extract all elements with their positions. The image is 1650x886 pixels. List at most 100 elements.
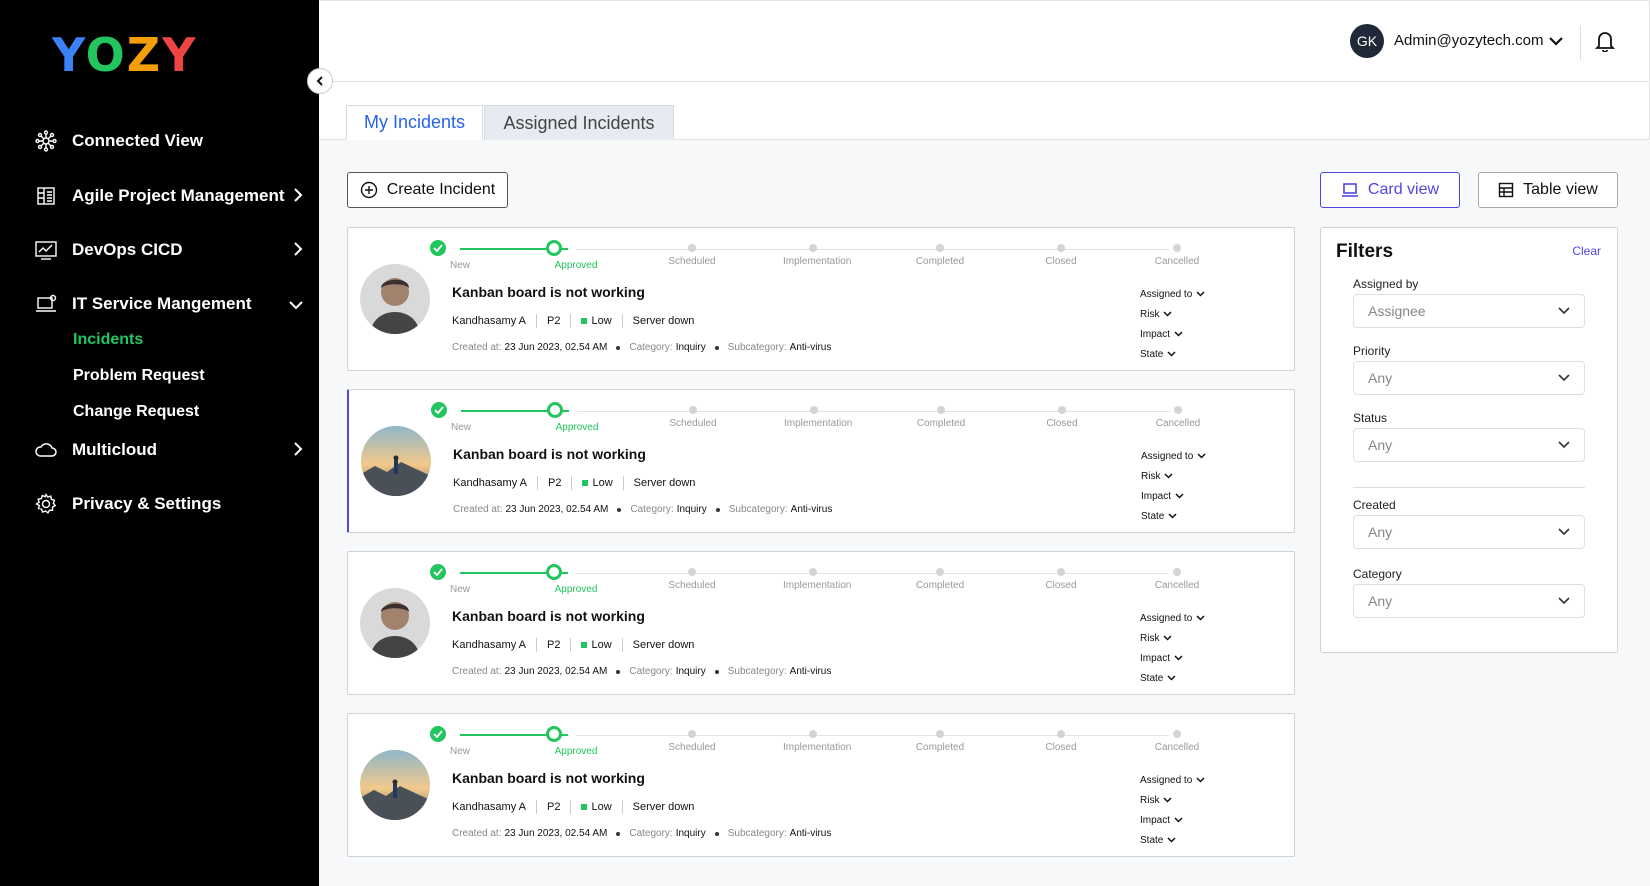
sidebar-sub-incidents[interactable]: Incidents [73, 331, 143, 349]
pending-step-dot [936, 568, 944, 576]
impact-dropdown[interactable]: Impact [1140, 648, 1205, 668]
incident-card[interactable]: New Approved Scheduled Implementation Comple… [347, 713, 1295, 857]
incident-details: Created at: 23 Jun 2023, 02.54 AM Categor… [452, 666, 831, 677]
state-dropdown[interactable]: State [1140, 668, 1205, 688]
user-email[interactable]: Admin@yozytech.com [1394, 32, 1543, 49]
table-view-button[interactable]: Table view [1478, 172, 1618, 208]
bullet [616, 831, 621, 836]
assigned-to-dropdown[interactable]: Assigned to [1141, 446, 1206, 466]
assigned-by-select[interactable]: Assignee [1353, 294, 1585, 328]
level-label: Low [591, 315, 612, 327]
impact-dropdown[interactable]: Impact [1141, 486, 1206, 506]
sidebar-item-multicloud[interactable]: Multicloud [34, 432, 304, 468]
current-step-dot [546, 726, 562, 742]
sidebar-item-privacy-settings[interactable]: Privacy & Settings [34, 486, 304, 522]
state-dropdown[interactable]: State [1140, 344, 1205, 364]
action-label: Risk [1141, 470, 1161, 482]
risk-dropdown[interactable]: Risk [1141, 466, 1206, 486]
filter-label: Status [1353, 411, 1388, 425]
category-label: Category: [629, 666, 673, 677]
divider [621, 638, 623, 652]
incident-title[interactable]: Kanban board is not working [453, 446, 646, 462]
category-select[interactable]: Any [1353, 584, 1585, 618]
stage-label: Completed [915, 742, 965, 753]
incident-title[interactable]: Kanban board is not working [452, 284, 645, 300]
sidebar-collapse-button[interactable] [307, 68, 333, 94]
state-dropdown[interactable]: State [1140, 830, 1205, 850]
check-icon [430, 564, 446, 580]
chevron-down-icon [1170, 331, 1183, 337]
filter-label: Created [1353, 498, 1396, 512]
sidebar-item-itsm[interactable]: IT Service Mangement [34, 286, 304, 322]
action-label: State [1140, 348, 1164, 360]
chevron-right-icon [292, 186, 304, 209]
incident-details: Created at: 23 Jun 2023, 02.54 AM Categor… [452, 828, 831, 839]
stage-step: Implementation [783, 240, 851, 267]
assignee-avatar [360, 264, 430, 334]
card-view-button[interactable]: Card view [1320, 172, 1460, 208]
sidebar-item-agile[interactable]: Agile Project Management [34, 178, 304, 214]
impact-dropdown[interactable]: Impact [1140, 810, 1205, 830]
card-actions: Assigned to Risk Impact State [1140, 770, 1205, 850]
sidebar-item-devops[interactable]: DevOps CICD [34, 232, 304, 268]
impact-dropdown[interactable]: Impact [1140, 324, 1205, 344]
incident-card[interactable]: New Approved Scheduled Implementation Comple… [347, 389, 1295, 533]
priority-badge: P2 [548, 477, 562, 489]
incident-card[interactable]: New Approved Scheduled Implementation Comple… [347, 551, 1295, 695]
pending-step-dot [809, 730, 817, 738]
sidebar-sub-change-request[interactable]: Change Request [73, 403, 199, 421]
stage-label: Implementation [784, 418, 853, 429]
incident-title[interactable]: Kanban board is not working [452, 770, 645, 786]
yozy-logo[interactable]: YOZY [52, 28, 197, 82]
pending-step-dot [688, 730, 696, 738]
status-select[interactable]: Any [1353, 428, 1585, 462]
bell-icon[interactable] [1594, 30, 1616, 57]
stage-step: New [431, 402, 491, 433]
current-step-dot [546, 564, 562, 580]
stage-label: Completed [915, 256, 965, 267]
created-label: Created at: [452, 828, 502, 839]
action-label: Impact [1140, 814, 1171, 826]
chevron-down-icon [1170, 817, 1183, 823]
chevron-down-icon [1558, 597, 1570, 605]
priority-select[interactable]: Any [1353, 361, 1585, 395]
sidebar-item-connected-view[interactable]: Connected View [34, 123, 304, 159]
chevron-down-icon [288, 296, 304, 316]
assigned-to-dropdown[interactable]: Assigned to [1140, 608, 1205, 628]
stage-label: Approved [554, 746, 598, 757]
assigned-to-dropdown[interactable]: Assigned to [1140, 770, 1205, 790]
assigned-to-dropdown[interactable]: Assigned to [1140, 284, 1205, 304]
created-select[interactable]: Any [1353, 515, 1585, 549]
incident-card[interactable]: New Approved Scheduled Implementation Comple… [347, 227, 1295, 371]
create-incident-button[interactable]: Create Incident [347, 172, 508, 208]
chevron-down-icon [1558, 374, 1570, 382]
avatar[interactable]: GK [1350, 24, 1384, 58]
pending-step-dot [1057, 568, 1065, 576]
tab-my-incidents[interactable]: My Incidents [346, 105, 483, 140]
stage-step: Closed [1032, 402, 1092, 429]
category-label: Category: [629, 342, 673, 353]
stage-label: New [450, 422, 471, 433]
risk-dropdown[interactable]: Risk [1140, 304, 1205, 324]
tab-assigned-incidents[interactable]: Assigned Incidents [484, 105, 674, 140]
created-label: Created at: [452, 342, 502, 353]
chevron-down-icon [1192, 291, 1205, 297]
chevron-down-icon [1170, 655, 1183, 661]
state-dropdown[interactable]: State [1141, 506, 1206, 526]
chevron-left-icon [316, 76, 323, 86]
stage-step: Approved [546, 240, 606, 271]
status-stepper: New Approved Scheduled Implementation Comple… [430, 240, 1199, 271]
priority-badge: P2 [547, 315, 561, 327]
chevron-down-icon[interactable] [1548, 34, 1564, 52]
sidebar-sub-problem-request[interactable]: Problem Request [73, 367, 205, 385]
risk-dropdown[interactable]: Risk [1140, 790, 1205, 810]
created-value: 23 Jun 2023, 02.54 AM [504, 666, 608, 677]
incident-title[interactable]: Kanban board is not working [452, 608, 645, 624]
subcategory-label: Subcategory: [727, 666, 787, 677]
clear-filters-link[interactable]: Clear [1572, 244, 1601, 258]
stage-label: New [449, 584, 470, 595]
hub-icon [34, 129, 58, 153]
stage-label: Closed [1045, 742, 1077, 753]
select-value: Any [1368, 593, 1393, 609]
risk-dropdown[interactable]: Risk [1140, 628, 1205, 648]
